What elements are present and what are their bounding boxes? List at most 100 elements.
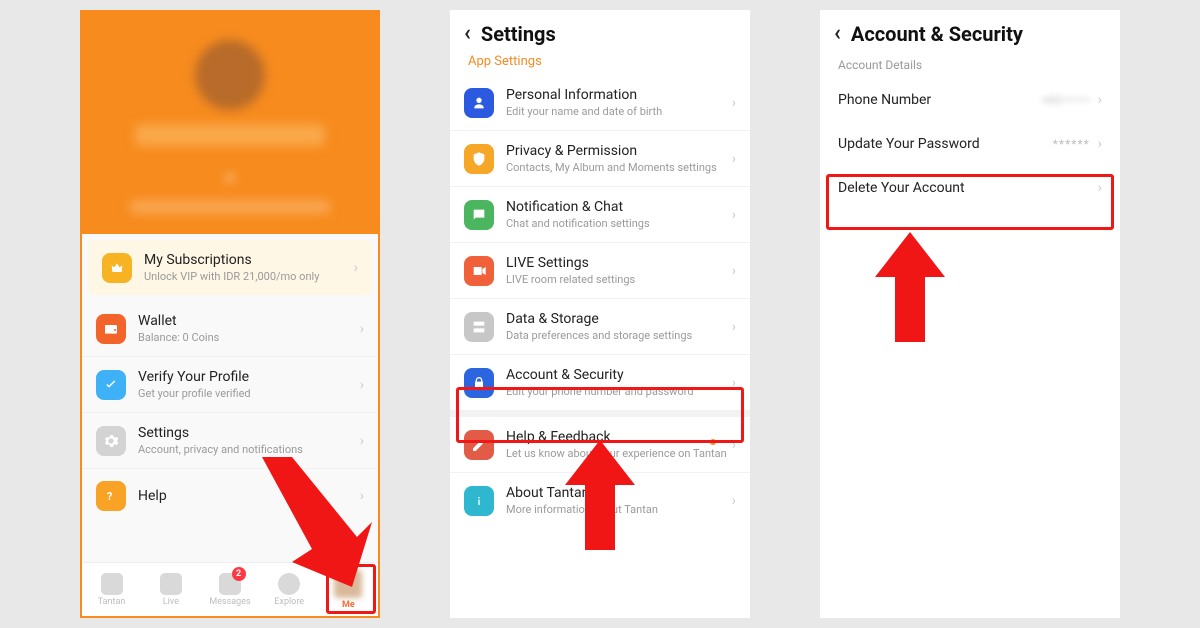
notification-dot-icon xyxy=(710,439,716,445)
row-phone-number[interactable]: Phone Number +62••••••• › xyxy=(820,78,1120,122)
pencil-icon xyxy=(464,430,494,460)
chevron-right-icon: › xyxy=(732,151,736,167)
row-subtitle: Balance: 0 Coins xyxy=(138,331,360,344)
section-label: Account Details xyxy=(820,54,1120,78)
chevron-right-icon: › xyxy=(360,433,364,449)
row-value-blurred: +62••••••• xyxy=(1041,93,1090,107)
row-verify-profile[interactable]: Verify Your Profile Get your profile ver… xyxy=(82,357,378,413)
plus-card-icon xyxy=(101,573,123,595)
row-label: Update Your Password xyxy=(838,136,1053,152)
svg-text:?: ? xyxy=(107,490,112,503)
row-account-security[interactable]: Account & Security Edit your phone number… xyxy=(450,355,750,411)
row-subtitle: Let us know about your experience on Tan… xyxy=(506,447,732,460)
screen-account-security: ‹ Account & Security Account Details Pho… xyxy=(820,10,1120,618)
row-label: Delete Your Account xyxy=(838,180,1098,196)
row-subtitle: Data preferences and storage settings xyxy=(506,329,732,342)
section-label: App Settings xyxy=(450,54,750,75)
row-settings[interactable]: Settings Account, privacy and notificati… xyxy=(82,413,378,469)
avatar-thumb-icon xyxy=(334,570,362,598)
chevron-right-icon: › xyxy=(732,263,736,279)
row-subtitle: Chat and notification settings xyxy=(506,217,732,230)
badge-count: 2 xyxy=(232,567,246,581)
row-data-storage[interactable]: Data & Storage Data preferences and stora… xyxy=(450,299,750,355)
row-notification-chat[interactable]: Notification & Chat Chat and notification… xyxy=(450,187,750,243)
tab-messages[interactable]: Messages2 xyxy=(200,563,259,616)
annotation-arrow-icon xyxy=(875,232,945,342)
row-title: My Subscriptions xyxy=(144,252,354,268)
row-subtitle: Edit your phone number and password xyxy=(506,385,732,398)
tab-explore[interactable]: Explore xyxy=(260,563,319,616)
chevron-right-icon: › xyxy=(732,375,736,391)
back-icon[interactable]: ‹ xyxy=(464,23,471,45)
screen-me-profile: My Subscriptions Unlock VIP with IDR 21,… xyxy=(80,10,380,618)
chevron-right-icon: › xyxy=(732,319,736,335)
row-privacy-permission[interactable]: Privacy & Permission Contacts, My Album a… xyxy=(450,131,750,187)
row-title: Verify Your Profile xyxy=(138,369,360,385)
username-blurred xyxy=(135,124,325,146)
row-help[interactable]: ? Help › xyxy=(82,469,378,523)
row-delete-account[interactable]: Delete Your Account › xyxy=(820,166,1120,210)
row-my-subscriptions[interactable]: My Subscriptions Unlock VIP with IDR 21,… xyxy=(88,240,372,295)
chevron-right-icon: › xyxy=(732,437,736,453)
wallet-icon xyxy=(96,314,126,344)
chevron-right-icon: › xyxy=(1098,136,1102,152)
tab-live[interactable]: Live xyxy=(141,563,200,616)
chevron-right-icon: › xyxy=(360,321,364,337)
bottom-tabbar: Tantan Live Messages2 Explore Me xyxy=(82,562,378,616)
shield-icon xyxy=(464,144,494,174)
row-title: Help xyxy=(138,488,360,504)
row-title: Data & Storage xyxy=(506,311,732,327)
chevron-right-icon: › xyxy=(732,493,736,509)
row-wallet[interactable]: Wallet Balance: 0 Coins › xyxy=(82,301,378,357)
row-title: Notification & Chat xyxy=(506,199,732,215)
row-subtitle: Get your profile verified xyxy=(138,387,360,400)
compass-icon xyxy=(278,573,300,595)
row-title: Privacy & Permission xyxy=(506,143,732,159)
chevron-right-icon: › xyxy=(360,488,364,504)
info-icon xyxy=(464,486,494,516)
chevron-right-icon: › xyxy=(1098,180,1102,196)
row-title: About Tantan xyxy=(506,485,732,501)
person-icon xyxy=(464,88,494,118)
chevron-right-icon: › xyxy=(732,207,736,223)
row-subtitle: Unlock VIP with IDR 21,000/mo only xyxy=(144,270,354,283)
crown-icon xyxy=(102,253,132,283)
profile-hero-blurred xyxy=(82,12,378,234)
row-title: Help & Feedback xyxy=(506,429,732,445)
chevron-right-icon: › xyxy=(360,377,364,393)
check-icon xyxy=(96,370,126,400)
help-icon: ? xyxy=(96,481,126,511)
row-personal-information[interactable]: Personal InformationEdit your name and d… xyxy=(450,75,750,131)
live-icon xyxy=(160,573,182,595)
video-icon xyxy=(464,256,494,286)
row-help-feedback[interactable]: Help & Feedback Let us know about your ex… xyxy=(450,417,750,473)
tab-tantan[interactable]: Tantan xyxy=(82,563,141,616)
page-title: Account & Security xyxy=(851,22,1023,46)
row-title: Settings xyxy=(138,425,360,441)
chat-icon xyxy=(464,200,494,230)
avatar xyxy=(195,40,265,110)
profile-hero xyxy=(82,12,378,234)
lock-icon xyxy=(464,368,494,398)
row-title: Personal Information xyxy=(506,87,732,103)
row-title: Wallet xyxy=(138,313,360,329)
chevron-right-icon: › xyxy=(732,95,736,111)
storage-icon xyxy=(464,312,494,342)
row-live-settings[interactable]: LIVE SettingsLIVE room related settings … xyxy=(450,243,750,299)
screen-settings: ‹ Settings App Settings Personal Informa… xyxy=(450,10,750,618)
page-title: Settings xyxy=(481,22,556,46)
row-title: Account & Security xyxy=(506,367,732,383)
back-icon[interactable]: ‹ xyxy=(834,23,841,45)
header: ‹ Account & Security xyxy=(820,10,1120,54)
row-label: Phone Number xyxy=(838,92,1041,108)
tab-me[interactable]: Me xyxy=(319,563,378,616)
row-subtitle: Contacts, My Album and Moments settings xyxy=(506,161,732,174)
row-subtitle: Account, privacy and notifications xyxy=(138,443,360,456)
gear-icon xyxy=(96,426,126,456)
row-about-tantan[interactable]: About Tantan More information about Tanta… xyxy=(450,473,750,528)
row-value: ****** xyxy=(1053,137,1090,151)
chevron-right-icon: › xyxy=(1098,92,1102,108)
row-update-password[interactable]: Update Your Password ****** › xyxy=(820,122,1120,166)
chevron-right-icon: › xyxy=(354,260,358,276)
row-subtitle: More information about Tantan xyxy=(506,503,732,516)
